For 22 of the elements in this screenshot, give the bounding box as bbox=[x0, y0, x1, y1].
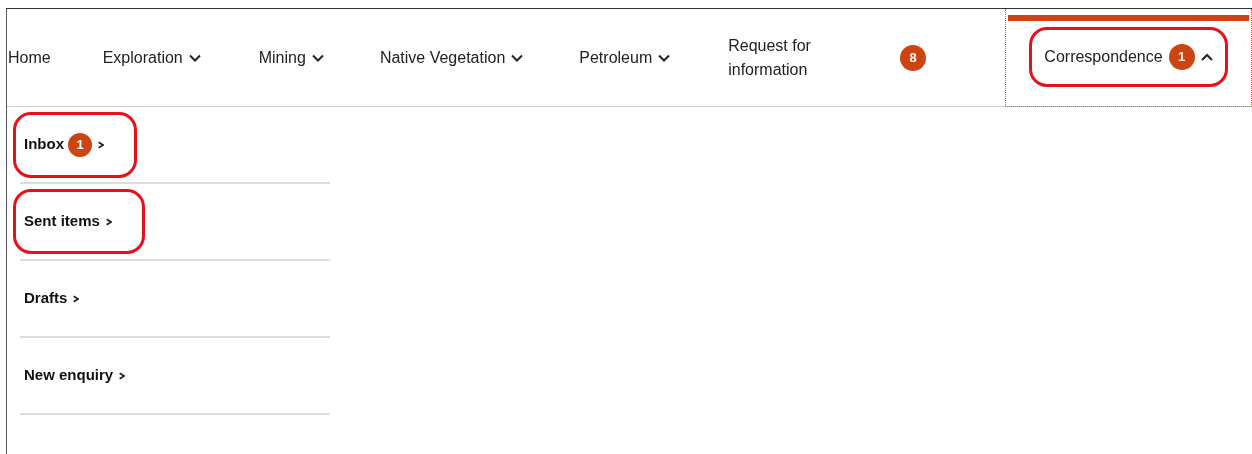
menu-link[interactable]: New enquiry bbox=[13, 343, 137, 408]
nav-dropdown[interactable]: Exploration bbox=[102, 45, 201, 70]
nav-dropdown[interactable]: Native Vegetation bbox=[379, 45, 524, 70]
nav-link[interactable]: Request for information bbox=[728, 34, 829, 81]
menu-link[interactable]: Drafts bbox=[13, 266, 91, 331]
nav-link[interactable]: Home bbox=[8, 45, 51, 70]
nav-dropdown[interactable]: Correspondence 1 bbox=[1029, 27, 1228, 87]
chevron-right-icon bbox=[71, 294, 80, 303]
chevron-right-icon bbox=[117, 371, 126, 380]
notification-badge: 8 bbox=[900, 44, 927, 71]
nav-dropdown[interactable]: Petroleum bbox=[579, 45, 671, 70]
menu-link[interactable]: Sent items bbox=[13, 189, 145, 254]
notification-badge: 1 bbox=[68, 132, 92, 157]
menu-label: Drafts bbox=[24, 288, 68, 309]
notification-badge: 1 bbox=[1168, 44, 1195, 70]
menu-label: Sent items bbox=[24, 211, 100, 232]
menu-label: Inbox bbox=[24, 134, 64, 155]
menu-label: New enquiry bbox=[24, 365, 114, 386]
nav-dropdown[interactable]: Mining bbox=[258, 45, 324, 70]
chevron-right-icon bbox=[96, 140, 104, 149]
menu-link[interactable]: Inbox 1 bbox=[13, 111, 137, 178]
nav-label: Correspondence bbox=[1044, 47, 1163, 68]
